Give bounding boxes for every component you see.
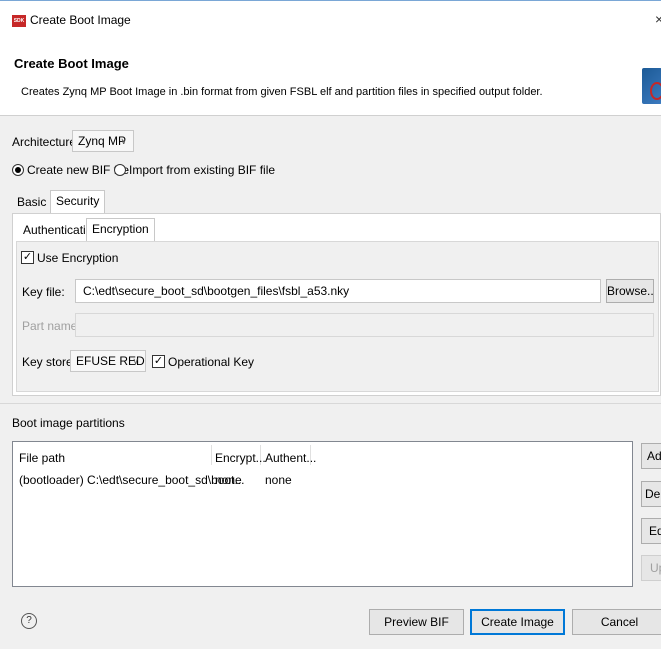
up-button: Up — [641, 555, 661, 581]
chevron-down-icon: ∨ — [120, 136, 127, 146]
browse-button[interactable]: Browse... — [606, 279, 654, 303]
close-icon[interactable]: × — [655, 11, 661, 27]
key-store-select[interactable]: EFUSE RED ∨ — [70, 350, 146, 372]
chevron-down-icon: ∨ — [132, 356, 139, 366]
tab-basic[interactable]: Basic — [12, 192, 51, 214]
help-icon[interactable]: ? — [21, 613, 37, 629]
edit-button[interactable]: Edit — [641, 518, 661, 544]
partitions-title: Boot image partitions — [12, 416, 125, 430]
column-header-file-path[interactable]: File path — [19, 451, 65, 465]
app-icon: SDK — [12, 15, 26, 27]
page-description: Creates Zynq MP Boot Image in .bin forma… — [21, 86, 543, 98]
part-name-input — [75, 313, 654, 337]
section-divider — [0, 403, 661, 404]
key-file-input[interactable]: C:\edt\secure_boot_sd\bootgen_files\fsbl… — [75, 279, 601, 303]
column-header-authentication[interactable]: Authent... — [265, 451, 316, 465]
key-store-label: Key store: — [22, 355, 77, 369]
window-title: Create Boot Image — [30, 13, 131, 27]
architecture-select[interactable]: Zynq MP ∨ — [72, 130, 134, 152]
tab-security[interactable]: Security — [50, 190, 106, 214]
delete-button[interactable]: Delete — [641, 481, 661, 507]
add-button[interactable]: Add — [641, 443, 661, 469]
architecture-label: Architecture: — [12, 135, 80, 149]
cancel-button[interactable]: Cancel — [572, 609, 661, 635]
partitions-table[interactable] — [12, 441, 633, 587]
wizard-banner-icon — [642, 68, 661, 104]
use-encryption-label: Use Encryption — [37, 251, 119, 265]
tab-encryption[interactable]: Encryption — [86, 218, 155, 242]
radio-import-bif[interactable] — [114, 164, 126, 176]
wizard-header — [0, 40, 661, 116]
column-header-encrypt[interactable]: Encrypt... — [215, 451, 266, 465]
key-file-label: Key file: — [22, 285, 65, 299]
operational-key-label: Operational Key — [168, 355, 255, 369]
preview-bif-changes-button[interactable]: Preview BIF Changes — [369, 609, 464, 635]
create-image-button[interactable]: Create Image — [470, 609, 565, 635]
row-file-path: (bootloader) C:\edt\secure_boot_sd\boot.… — [19, 473, 245, 487]
radio-create-new-bif[interactable] — [12, 164, 24, 176]
part-name-label: Part name: — [22, 319, 81, 333]
use-encryption-checkbox[interactable]: ✓ — [21, 251, 34, 264]
column-separator — [211, 445, 212, 465]
radio-import-bif-label: Import from existing BIF file — [129, 163, 276, 177]
row-encrypt: none — [215, 473, 242, 487]
operational-key-checkbox[interactable]: ✓ — [152, 355, 165, 368]
row-authentication: none — [265, 473, 292, 487]
page-title: Create Boot Image — [14, 56, 129, 71]
architecture-value: Zynq MP — [78, 134, 127, 148]
